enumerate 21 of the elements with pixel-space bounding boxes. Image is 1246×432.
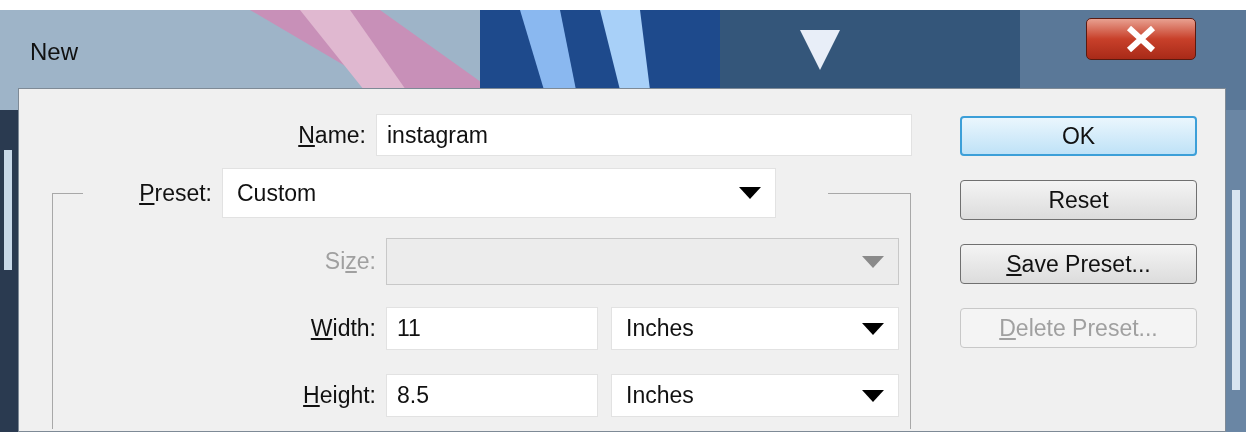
unit-dropdown[interactable]: Inches	[611, 374, 899, 417]
close-button[interactable]	[1086, 18, 1196, 60]
height-field[interactable]: 8.5	[386, 374, 598, 417]
caret-icon	[862, 255, 884, 268]
window-title: New	[30, 38, 78, 66]
field-label: Height:	[302, 382, 377, 409]
caret-icon	[862, 322, 884, 335]
name-field[interactable]: instagram	[376, 114, 912, 156]
close-icon	[1126, 26, 1156, 52]
ok-button[interactable]: OK	[960, 116, 1197, 156]
field-label: Preset:	[138, 179, 213, 207]
field-label: Size:	[323, 248, 377, 275]
caret-icon	[862, 389, 884, 402]
dialog-button[interactable]: Reset	[960, 180, 1197, 220]
dialog-button[interactable]: Save Preset...	[960, 244, 1197, 284]
caret-icon	[739, 187, 761, 199]
field-label: Width:	[309, 315, 377, 342]
width-field[interactable]: 11	[386, 307, 598, 350]
field-label: Name:	[297, 121, 367, 149]
preset-dropdown[interactable]: Custom	[222, 168, 776, 218]
unit-dropdown[interactable]: Inches	[611, 307, 899, 350]
